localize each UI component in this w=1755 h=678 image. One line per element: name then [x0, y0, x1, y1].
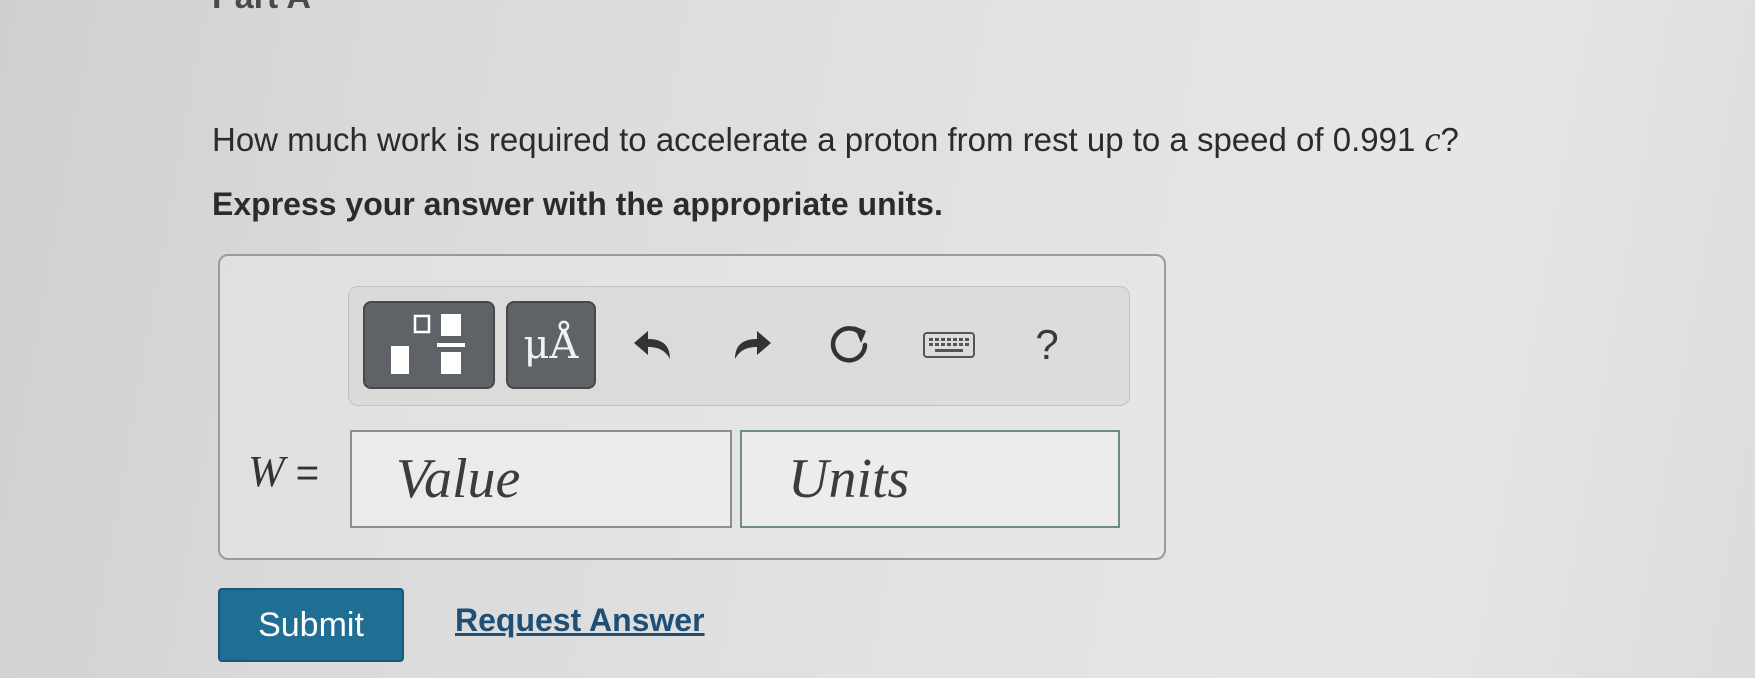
part-title: Part A: [212, 0, 311, 17]
units-button[interactable]: μÅ: [506, 301, 596, 389]
help-icon: ?: [1035, 321, 1059, 368]
templates-button[interactable]: [363, 301, 495, 389]
redo-icon[interactable]: [721, 315, 781, 375]
keyboard-icon[interactable]: [919, 315, 979, 375]
fraction-template-icon: [391, 314, 465, 374]
work-symbol: W: [248, 447, 285, 496]
help-button[interactable]: ?: [1017, 315, 1077, 375]
submit-button[interactable]: Submit: [218, 588, 404, 662]
question-text-after: ?: [1440, 121, 1459, 158]
variable-label: W =: [248, 446, 319, 497]
question-text-before: How much work is required to accelerate …: [212, 121, 1425, 158]
units-input[interactable]: [740, 430, 1120, 528]
equals-sign: =: [284, 451, 320, 495]
question-text: How much work is required to accelerate …: [212, 118, 1459, 160]
units-button-label: μÅ: [523, 322, 579, 368]
answer-box: μÅ ? W = Value Units: [218, 254, 1166, 560]
reset-icon[interactable]: [819, 315, 879, 375]
request-answer-link[interactable]: Request Answer: [455, 602, 705, 639]
math-toolbar: μÅ ?: [348, 286, 1130, 406]
value-input[interactable]: [350, 430, 732, 528]
speed-of-light-symbol: c: [1424, 119, 1441, 159]
undo-icon[interactable]: [624, 315, 684, 375]
answer-instruction: Express your answer with the appropriate…: [212, 186, 943, 222]
